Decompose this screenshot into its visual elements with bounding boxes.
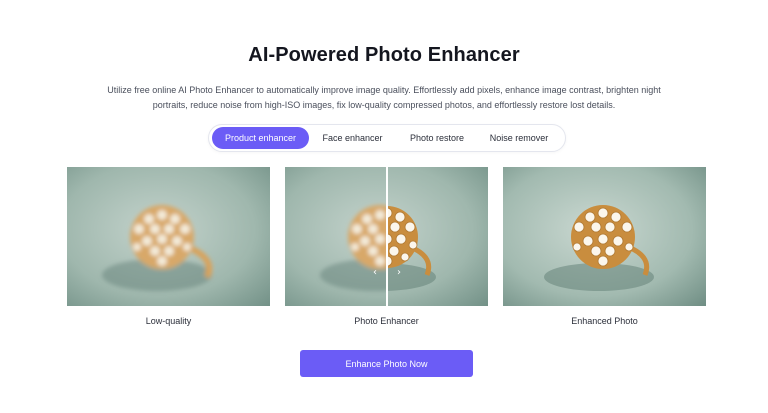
caption-photo-enhancer: Photo Enhancer <box>354 316 419 326</box>
compare-handle[interactable]: ‹ › <box>373 266 401 278</box>
tab-noise-remover[interactable]: Noise remover <box>478 127 560 149</box>
chevron-left-icon: ‹ <box>373 266 377 278</box>
comparison-photo[interactable]: ‹ › <box>285 167 488 306</box>
caption-low-quality: Low-quality <box>145 316 192 326</box>
enhance-photo-now-button[interactable]: Enhance Photo Now <box>300 350 473 377</box>
page-description: Utilize free online AI Photo Enhancer to… <box>107 85 661 110</box>
chevron-right-icon: › <box>397 266 401 278</box>
tab-face-enhancer[interactable]: Face enhancer <box>309 127 396 149</box>
caption-enhanced-photo: Enhanced Photo <box>571 316 638 326</box>
enhancer-tabs: Product enhancer Face enhancer Photo res… <box>208 124 566 152</box>
enhanced-photo <box>503 167 706 306</box>
tab-product-enhancer[interactable]: Product enhancer <box>212 127 309 149</box>
compare-divider[interactable] <box>386 167 388 306</box>
tab-photo-restore[interactable]: Photo restore <box>396 127 478 149</box>
low-quality-photo <box>67 167 270 306</box>
page-title: AI-Powered Photo Enhancer <box>248 44 520 66</box>
